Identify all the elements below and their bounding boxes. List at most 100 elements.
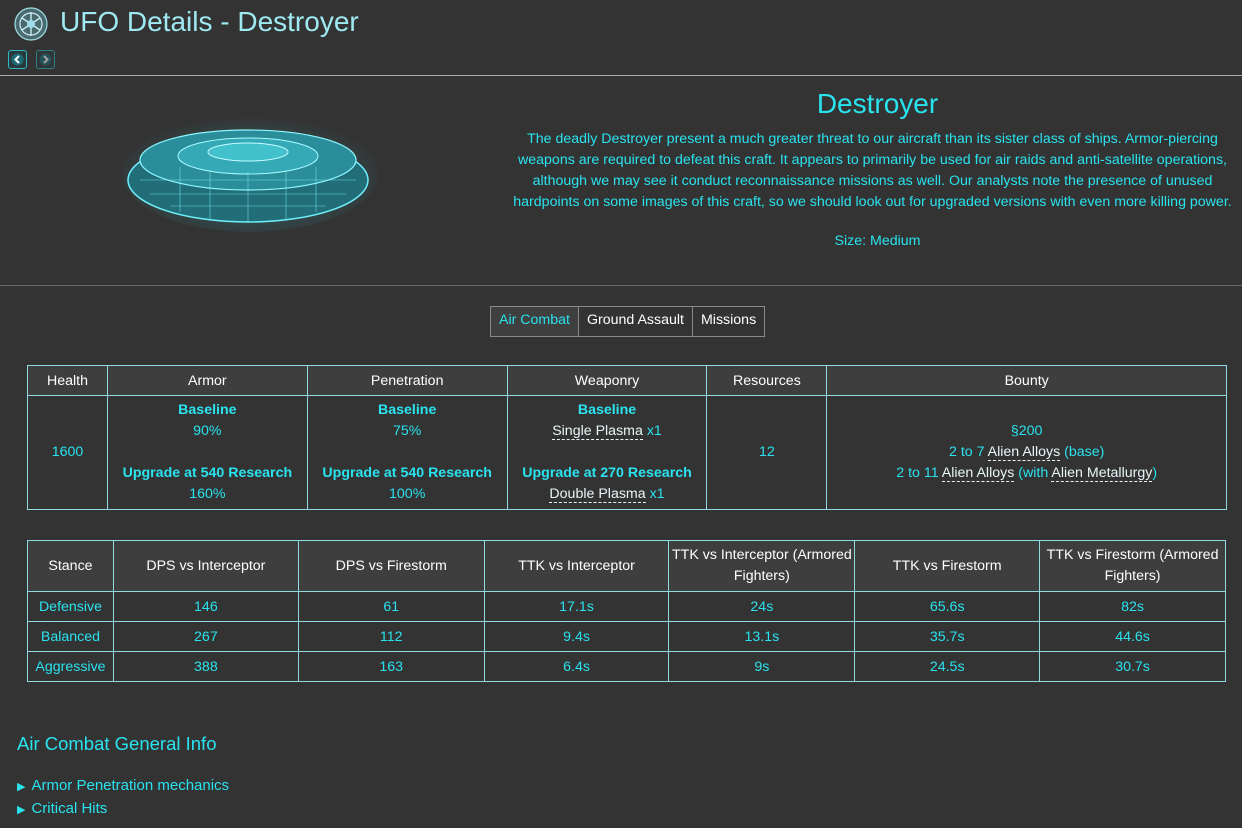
alien-metallurgy-link[interactable]: Alien Metallurgy bbox=[1051, 465, 1153, 482]
bounty-credits: §200 bbox=[1010, 423, 1043, 439]
table-cell: 65.6s bbox=[854, 591, 1041, 622]
stance-name: Balanced bbox=[27, 621, 114, 652]
critical-hits-disclosure[interactable]: ▶ Critical Hits bbox=[17, 800, 107, 817]
chevron-left-icon bbox=[11, 53, 24, 66]
table-cell: 61 bbox=[297, 591, 485, 622]
alien-alloys-link[interactable]: Alien Alloys bbox=[987, 444, 1061, 461]
table-cell: 44.6s bbox=[1039, 621, 1226, 652]
header-weaponry: Weaponry bbox=[506, 365, 708, 396]
previous-ufo-button[interactable] bbox=[8, 50, 27, 69]
table-cell: 9.4s bbox=[483, 621, 670, 652]
table-cell: 6.4s bbox=[483, 651, 670, 682]
next-ufo-button[interactable] bbox=[36, 50, 55, 69]
table-header-row: Health Armor Penetration Weaponry Resour… bbox=[27, 365, 1227, 396]
header-bounty: Bounty bbox=[826, 365, 1227, 396]
weaponry-baseline: Single Plasma x1 bbox=[508, 421, 707, 442]
armor-cell: Baseline 90% Upgrade at 540 Research 160… bbox=[106, 395, 308, 510]
table-cell: 17.1s bbox=[483, 591, 670, 622]
weaponry-baseline-label: Baseline bbox=[577, 402, 637, 418]
table-cell: 112 bbox=[297, 621, 485, 652]
penetration-upgrade-value: 100% bbox=[389, 486, 426, 502]
size-value: Medium bbox=[870, 233, 921, 249]
penetration-baseline-value: 75% bbox=[392, 423, 422, 439]
table-cell: 82s bbox=[1039, 591, 1226, 622]
disclosure-triangle-icon: ▶ bbox=[17, 804, 26, 816]
health-value: 1600 bbox=[27, 395, 108, 510]
ufo-description: The deadly Destroyer present a much grea… bbox=[513, 131, 1232, 210]
bounty-note: (base) bbox=[1060, 444, 1105, 460]
bounty-range: 2 to 7 bbox=[948, 444, 988, 460]
header-resources: Resources bbox=[706, 365, 828, 396]
table-cell: 163 bbox=[297, 651, 485, 682]
view-tabs: Air Combat Ground Assault Missions bbox=[490, 306, 766, 337]
stance-table: Stance DPS vs Interceptor DPS vs Firesto… bbox=[27, 540, 1226, 682]
bounty-note: (with bbox=[1014, 465, 1052, 481]
header-ttk-firestorm-armored: TTK vs Firestorm (Armored Fighters) bbox=[1039, 540, 1226, 592]
header-stance: Stance bbox=[27, 540, 114, 592]
table-cell: 35.7s bbox=[854, 621, 1041, 652]
alien-alloys-link[interactable]: Alien Alloys bbox=[941, 465, 1015, 482]
table-cell: 146 bbox=[112, 591, 299, 622]
header-ttk-firestorm: TTK vs Firestorm bbox=[854, 540, 1041, 592]
penetration-cell: Baseline 75% Upgrade at 540 Research 100… bbox=[306, 395, 508, 510]
disclosure-label: Critical Hits bbox=[31, 800, 108, 817]
armor-baseline-label: Baseline bbox=[178, 402, 237, 418]
xcom-emblem-icon bbox=[14, 7, 48, 41]
table-cell: 13.1s bbox=[668, 621, 856, 652]
header-health: Health bbox=[27, 365, 108, 396]
armor-upgrade-label: Upgrade at 540 Research bbox=[122, 465, 293, 481]
bounty-base-alloys: 2 to 7 Alien Alloys (base) bbox=[827, 442, 1226, 463]
table-cell: 24.5s bbox=[854, 651, 1041, 682]
penetration-upgrade-label: Upgrade at 540 Research bbox=[322, 465, 492, 481]
table-cell: 267 bbox=[112, 621, 299, 652]
ufo-stats-table: Health Armor Penetration Weaponry Resour… bbox=[27, 365, 1227, 510]
header-penetration: Penetration bbox=[306, 365, 508, 396]
weapon-count: x1 bbox=[642, 423, 662, 439]
page-header: UFO Details - Destroyer bbox=[0, 0, 1242, 76]
bounty-cell: §200 2 to 7 Alien Alloys (base) 2 to 11 … bbox=[826, 395, 1227, 510]
table-cell: 388 bbox=[112, 651, 299, 682]
chevron-right-icon bbox=[39, 53, 52, 66]
armor-upgrade-value: 160% bbox=[189, 486, 226, 502]
weapon-link-single-plasma[interactable]: Single Plasma bbox=[552, 423, 643, 440]
armor-penetration-disclosure[interactable]: ▶ Armor Penetration mechanics bbox=[17, 777, 229, 794]
tab-air-combat[interactable]: Air Combat bbox=[491, 307, 579, 336]
resources-value: 12 bbox=[706, 395, 828, 510]
size-label: Size: bbox=[834, 233, 867, 249]
weapon-count: x1 bbox=[645, 486, 665, 502]
table-row: Balanced 267 112 9.4s 13.1s 35.7s 44.6s bbox=[27, 621, 1226, 652]
header-dps-interceptor: DPS vs Interceptor bbox=[112, 540, 299, 592]
header-dps-firestorm: DPS vs Firestorm bbox=[297, 540, 485, 592]
ufo-size: Size: Medium bbox=[515, 233, 1240, 249]
stance-name: Defensive bbox=[27, 591, 114, 622]
bounty-range: 2 to 11 bbox=[896, 465, 942, 481]
ufo-wireframe-icon bbox=[122, 116, 378, 232]
weaponry-cell: Baseline Single Plasma x1 Upgrade at 270… bbox=[506, 395, 708, 510]
table-row: 1600 Baseline 90% Upgrade at 540 Researc… bbox=[27, 395, 1227, 510]
disclosure-triangle-icon: ▶ bbox=[17, 781, 26, 793]
armor-baseline-value: 90% bbox=[193, 423, 222, 439]
page-title: UFO Details - Destroyer bbox=[60, 6, 359, 37]
disclosure-label: Armor Penetration mechanics bbox=[31, 777, 230, 794]
general-info-heading: Air Combat General Info bbox=[17, 733, 217, 754]
table-row: Defensive 146 61 17.1s 24s 65.6s 82s bbox=[27, 591, 1226, 622]
table-row: Aggressive 388 163 6.4s 9s 24.5s 30.7s bbox=[27, 651, 1226, 682]
stance-name: Aggressive bbox=[27, 651, 114, 682]
bounty-note: ) bbox=[1152, 465, 1158, 481]
weapon-link-double-plasma[interactable]: Double Plasma bbox=[549, 486, 646, 503]
table-cell: 9s bbox=[668, 651, 856, 682]
table-cell: 24s bbox=[668, 591, 856, 622]
penetration-baseline-label: Baseline bbox=[378, 402, 437, 418]
weaponry-upgrade-label: Upgrade at 270 Research bbox=[522, 465, 692, 481]
header-ttk-interceptor: TTK vs Interceptor bbox=[483, 540, 670, 592]
tab-ground-assault[interactable]: Ground Assault bbox=[579, 307, 693, 336]
weaponry-upgrade: Double Plasma x1 bbox=[508, 484, 707, 505]
table-cell: 30.7s bbox=[1039, 651, 1226, 682]
ufo-name: Destroyer bbox=[816, 88, 939, 119]
table-header-row: Stance DPS vs Interceptor DPS vs Firesto… bbox=[27, 540, 1226, 592]
bounty-upgraded-alloys: 2 to 11 Alien Alloys (with Alien Metallu… bbox=[827, 463, 1226, 484]
header-ttk-interceptor-armored: TTK vs Interceptor (Armored Fighters) bbox=[668, 540, 856, 592]
header-armor: Armor bbox=[106, 365, 308, 396]
ufo-overview: Destroyer The deadly Destroyer present a… bbox=[0, 76, 1242, 286]
tab-missions[interactable]: Missions bbox=[693, 307, 764, 336]
